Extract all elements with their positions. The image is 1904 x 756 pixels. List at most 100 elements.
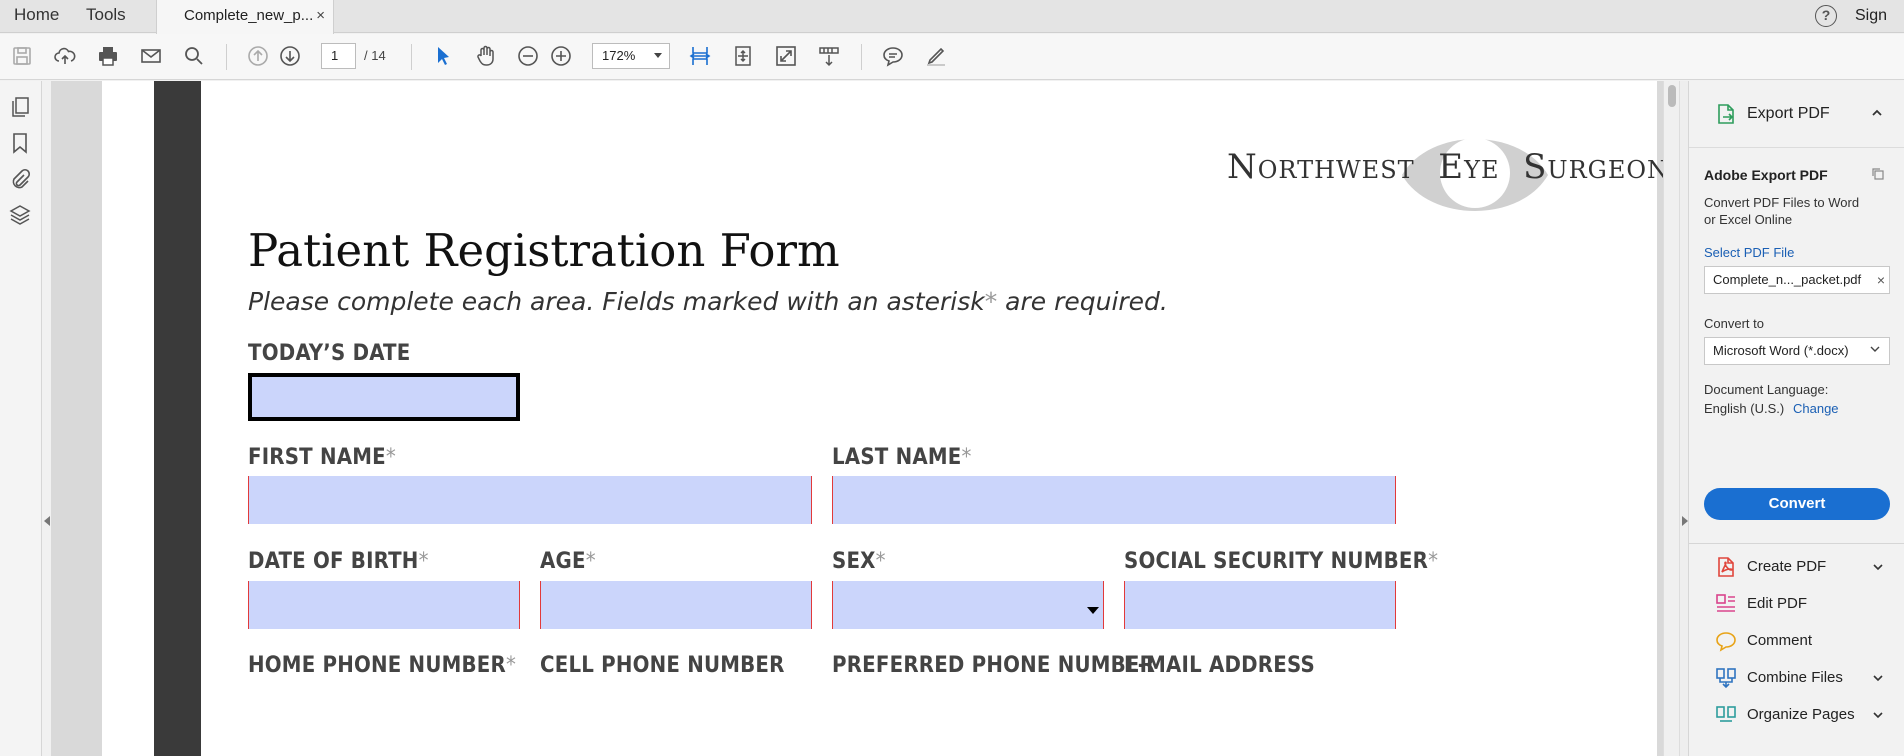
document-scrollbar[interactable] (1663, 81, 1679, 756)
logo-word-eye: Eye (1438, 147, 1500, 187)
clear-file-icon[interactable]: × (1877, 267, 1885, 293)
selected-file-box[interactable]: Complete_n..._packet.pdf × (1704, 266, 1890, 294)
tool-combine-files[interactable]: Combine Files (1689, 659, 1904, 697)
last-name-label-text: LAST NAME (832, 445, 962, 470)
scroll-mode-icon[interactable] (815, 42, 843, 70)
document-viewport[interactable]: northwesteyesurgeons.com 550 Northwest E… (51, 81, 1663, 756)
date-of-birth-field[interactable] (248, 581, 520, 629)
first-name-label: FIRST NAME* (248, 445, 396, 470)
chevron-down-icon[interactable] (1872, 709, 1884, 721)
copy-icon[interactable] (1871, 167, 1885, 181)
fit-page-icon[interactable] (729, 42, 757, 70)
print-icon[interactable] (94, 42, 122, 70)
chevron-up-icon[interactable] (1871, 107, 1883, 119)
required-mark: * (418, 549, 429, 574)
export-description: Convert PDF Files to Word or Excel Onlin… (1704, 195, 1860, 227)
change-language-link[interactable]: Change (1793, 401, 1839, 416)
select-cursor-icon[interactable] (429, 42, 457, 70)
zoom-level-value: 172% (602, 48, 636, 63)
tool-label: Create PDF (1747, 558, 1827, 575)
close-tab-icon[interactable]: × (316, 0, 325, 32)
tools-tab[interactable]: Tools (86, 0, 126, 32)
zoom-level-select[interactable]: 172% (592, 43, 670, 69)
full-screen-icon[interactable] (772, 42, 800, 70)
logo-text: Northwest Eye Surgeons (1227, 147, 1663, 187)
tool-label: Organize Pages (1747, 706, 1855, 723)
northwest-eye-surgeons-logo: Northwest Eye Surgeons (1222, 123, 1663, 227)
attachments-icon[interactable] (8, 167, 32, 191)
chevron-down-icon (1870, 346, 1880, 352)
date-of-birth-label-text: DATE OF BIRTH (248, 549, 419, 574)
zoom-out-icon[interactable] (514, 42, 542, 70)
required-mark: * (1428, 549, 1439, 574)
tools-divider (1689, 543, 1904, 544)
highlight-pen-icon[interactable] (922, 42, 950, 70)
zoom-in-icon[interactable] (547, 42, 575, 70)
fit-width-icon[interactable] (686, 42, 714, 70)
comment-icon[interactable] (879, 42, 907, 70)
age-label: AGE* (540, 549, 596, 574)
top-tab-bar: Home Tools Complete_new_p... × ? Sign In (0, 0, 1904, 56)
selected-file-name: Complete_n..._packet.pdf (1713, 272, 1862, 287)
scrollbar-thumb[interactable] (1668, 85, 1676, 107)
age-field[interactable] (540, 581, 812, 629)
convert-format-select[interactable]: Microsoft Word (*.docx) (1704, 337, 1890, 365)
edit-pdf-icon (1716, 594, 1735, 612)
required-mark: * (585, 549, 596, 574)
first-name-field[interactable] (248, 476, 812, 524)
document-tab[interactable]: Complete_new_p... × (156, 0, 334, 34)
hand-icon[interactable] (472, 42, 500, 70)
form-instructions: Please complete each area. Fields marked… (248, 287, 1168, 316)
date-of-birth-label: DATE OF BIRTH* (248, 549, 429, 574)
tool-create-pdf[interactable]: Create PDF (1689, 548, 1904, 586)
document-tab-label: Complete_new_p... (184, 7, 314, 24)
tool-label: Comment (1747, 632, 1813, 649)
ssn-label: SOCIAL SECURITY NUMBER* (1124, 549, 1438, 574)
required-mark: * (505, 653, 517, 678)
page-number-input[interactable]: 1 (321, 43, 356, 69)
combine-files-icon (1716, 668, 1736, 689)
home-tab[interactable]: Home (14, 0, 59, 32)
email-icon[interactable] (137, 42, 165, 70)
main-toolbar: 1 / 14 172% (0, 34, 1904, 80)
comment-tool-icon (1716, 632, 1736, 652)
chevron-down-icon[interactable] (1872, 561, 1884, 573)
sex-label-text: SEX (832, 549, 876, 574)
convert-button[interactable]: Convert (1704, 488, 1890, 520)
acrobat-window: Home Tools Complete_new_p... × ? Sign In (0, 0, 1904, 756)
search-icon[interactable] (180, 42, 208, 70)
tool-label: Edit PDF (1747, 595, 1808, 612)
toolbar-separator (226, 44, 227, 70)
side-number-text: 550 (233, 710, 261, 756)
logo-word-northwest: Northwest (1227, 147, 1415, 187)
todays-date-field[interactable] (248, 373, 520, 421)
export-pdf-header[interactable]: Export PDF (1689, 81, 1904, 148)
right-panel-toggle[interactable] (1679, 81, 1688, 756)
home-phone-label-text: HOME PHONE NUMBER (248, 653, 506, 678)
select-pdf-file-label: Select PDF File (1704, 245, 1795, 260)
organize-pages-icon (1716, 706, 1736, 722)
ssn-field[interactable] (1124, 581, 1396, 629)
bookmarks-icon[interactable] (8, 131, 32, 155)
required-mark: * (875, 549, 886, 574)
tool-organize-pages[interactable]: Organize Pages (1689, 696, 1904, 734)
convert-to-label: Convert to (1704, 316, 1764, 331)
sex-dropdown[interactable] (832, 581, 1104, 629)
help-icon[interactable]: ? (1815, 5, 1837, 27)
page-up-icon[interactable] (244, 42, 272, 70)
home-phone-label: HOME PHONE NUMBER* (248, 653, 516, 678)
tools-pane: Export PDF Adobe Export PDF Convert PDF … (1688, 81, 1904, 756)
document-language-label: Document Language: (1704, 382, 1829, 397)
save-icon[interactable] (8, 42, 36, 70)
page-down-icon[interactable] (276, 42, 304, 70)
left-panel-toggle[interactable] (44, 516, 50, 526)
logo-word-surgeons: Surgeons (1523, 147, 1663, 187)
chevron-down-icon[interactable] (1872, 672, 1884, 684)
tool-comment[interactable]: Comment (1689, 622, 1904, 660)
last-name-field[interactable] (832, 476, 1396, 524)
page-thumbnails-icon[interactable] (8, 95, 32, 119)
upload-icon[interactable] (51, 42, 79, 70)
left-navigation-rail (0, 81, 42, 756)
layers-icon[interactable] (8, 203, 32, 227)
tool-edit-pdf[interactable]: Edit PDF (1689, 585, 1904, 623)
